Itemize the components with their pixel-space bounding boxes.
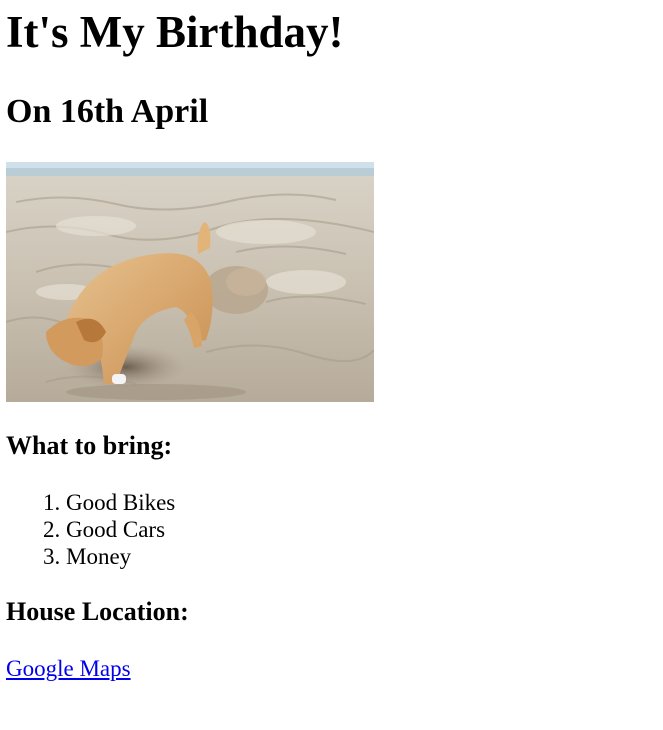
- page-content: It's My Birthday! On 16th April What to …: [0, 0, 663, 682]
- bring-list: Good Bikes Good Cars Money: [6, 489, 657, 570]
- list-item: Good Bikes: [66, 489, 657, 516]
- page-title: It's My Birthday!: [6, 7, 344, 57]
- puppy-digging-photo: [6, 162, 374, 402]
- list-item: Money: [66, 543, 657, 570]
- date-heading: On 16th April: [6, 93, 209, 130]
- what-to-bring-heading: What to bring:: [6, 431, 173, 460]
- google-maps-link[interactable]: Google Maps: [6, 655, 131, 682]
- house-location-heading: House Location:: [6, 597, 189, 626]
- list-item: Good Cars: [66, 516, 657, 543]
